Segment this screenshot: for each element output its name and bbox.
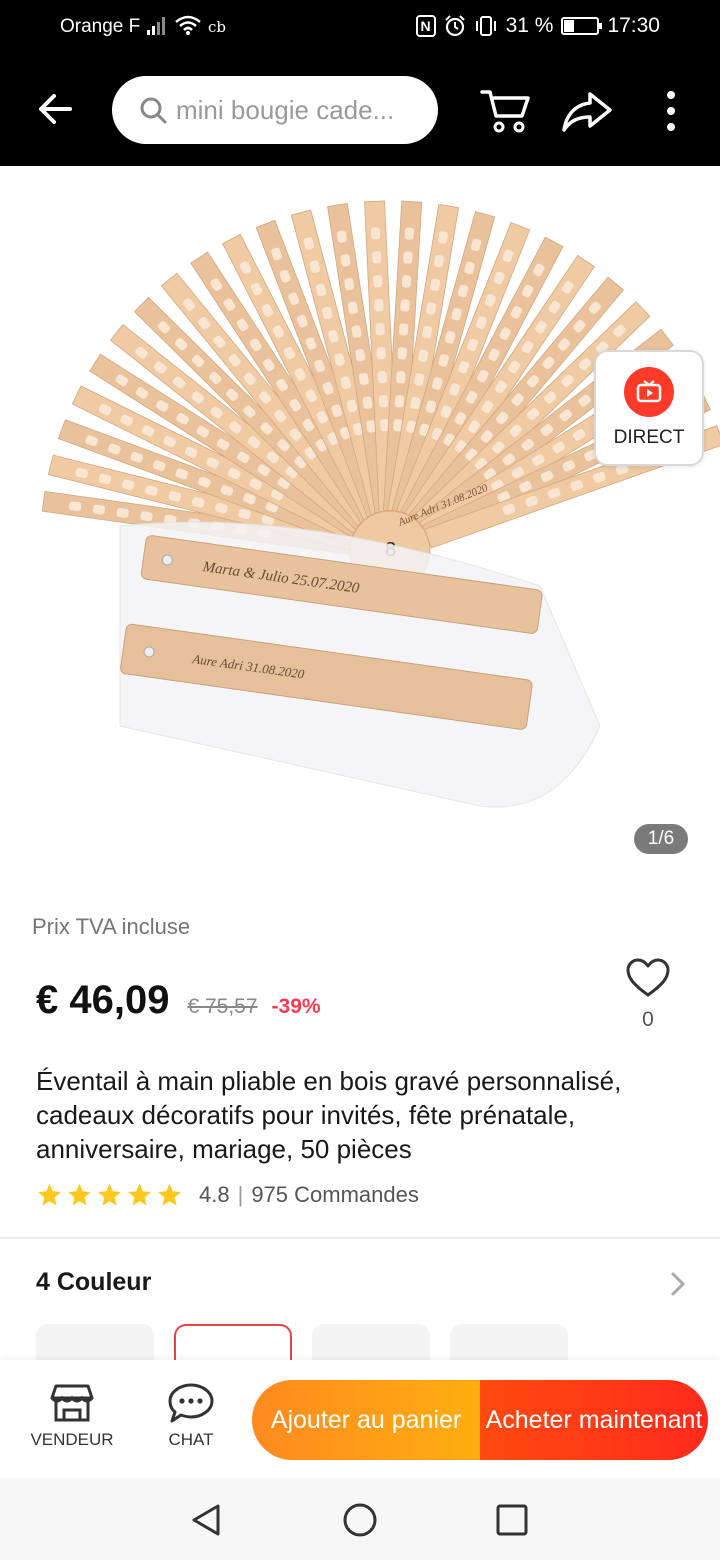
search-icon <box>140 97 167 124</box>
vibrate-icon <box>475 16 496 36</box>
star-icon <box>128 1183 151 1206</box>
status-bar: Orange F cb N 31 % 17:30 <box>0 0 720 56</box>
live-direct-button[interactable]: DIRECT <box>594 350 704 466</box>
wooden-fan-image: 8 Marta & Julio 25.07.2020 Aure Adri 31.… <box>41 200 720 808</box>
direct-label: DIRECT <box>613 427 685 448</box>
store-button[interactable]: VENDEUR <box>22 1382 122 1450</box>
product-image-gallery[interactable]: 8 Marta & Julio 25.07.2020 Aure Adri 31.… <box>0 166 720 876</box>
section-divider <box>0 1237 720 1239</box>
search-placeholder: mini bougie cade... <box>176 94 395 125</box>
battery-icon <box>561 17 603 35</box>
star-icon <box>98 1183 121 1206</box>
live-tv-icon <box>624 367 674 417</box>
nfc-icon: N <box>415 15 436 37</box>
bottom-action-bar: VENDEUR CHAT Ajouter au panier Acheter m… <box>0 1360 720 1478</box>
nav-back-icon[interactable] <box>188 1502 224 1538</box>
alarm-icon <box>444 15 465 37</box>
price-row: € 46,09 € 75,57 -39% <box>36 978 321 1023</box>
search-bar[interactable]: mini bougie cade... <box>112 76 438 144</box>
image-pager: 1/6 <box>634 824 688 854</box>
battery-percent: 31 % <box>505 14 554 37</box>
product-title: Éventail à main pliable en bois gravé pe… <box>36 1066 622 1164</box>
cart-icon[interactable] <box>478 84 532 138</box>
star-rating <box>36 1182 183 1208</box>
buy-now-button[interactable]: Acheter maintenant <box>480 1380 708 1460</box>
discount-badge: -39% <box>271 995 321 1018</box>
tax-note: Prix TVA incluse <box>32 914 191 939</box>
original-price: € 75,57 <box>187 995 258 1018</box>
wishlist-button[interactable]: 0 <box>622 958 674 1032</box>
system-navigation-bar <box>0 1478 720 1560</box>
carrier-name: Orange F <box>60 16 141 37</box>
star-icon <box>68 1183 91 1206</box>
more-options-icon[interactable] <box>656 86 686 136</box>
heart-icon <box>626 958 670 997</box>
nav-home-icon[interactable] <box>342 1502 378 1538</box>
chat-button[interactable]: CHAT <box>148 1382 234 1450</box>
star-icon <box>158 1183 181 1206</box>
signal-icon <box>147 17 165 35</box>
clock: 17:30 <box>607 14 660 37</box>
add-to-cart-button[interactable]: Ajouter au panier <box>252 1380 480 1460</box>
chevron-right-icon[interactable] <box>668 1270 688 1298</box>
cell-broadcast-indicator: cb <box>208 18 227 36</box>
store-label: VENDEUR <box>30 1430 114 1449</box>
rating-row[interactable]: 4.8 | 975 Commandes <box>36 1182 419 1208</box>
top-app-bar: mini bougie cade... <box>0 56 720 166</box>
color-section-title[interactable]: 4 Couleur <box>36 1268 151 1297</box>
store-icon <box>50 1384 94 1422</box>
rating-separator: | <box>237 1182 244 1207</box>
star-icon <box>38 1183 61 1206</box>
rating-value: 4.8 <box>199 1182 230 1207</box>
chat-bubble-icon <box>168 1383 214 1423</box>
nav-recent-apps-icon[interactable] <box>496 1504 528 1536</box>
share-icon[interactable] <box>560 86 614 136</box>
wishlist-count: 0 <box>642 1008 654 1031</box>
chat-label: CHAT <box>168 1430 214 1449</box>
wifi-icon <box>175 15 201 35</box>
back-arrow-icon[interactable] <box>32 84 82 134</box>
current-price: € 46,09 <box>36 978 170 1022</box>
orders-count: 975 Commandes <box>251 1182 419 1207</box>
